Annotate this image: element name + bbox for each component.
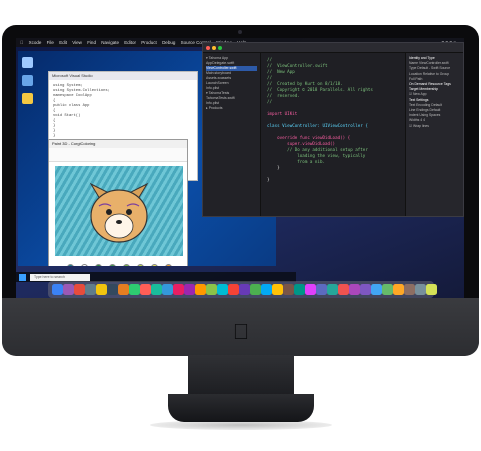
- monitor-stand-base: [168, 394, 314, 422]
- menu-item[interactable]: Debug: [162, 40, 175, 45]
- dock-app-icon[interactable]: [151, 284, 162, 295]
- apple-logo-icon: : [230, 320, 252, 344]
- apple-menu-icon[interactable]: : [20, 40, 23, 45]
- dock-app-icon[interactable]: [228, 284, 239, 295]
- desktop-icon[interactable]: [22, 75, 33, 86]
- dock-app-icon[interactable]: [349, 284, 360, 295]
- xcode-window[interactable]: ▾ Tahoma App AppDelegate.swift ViewContr…: [202, 42, 464, 217]
- menu-item[interactable]: Find: [87, 40, 96, 45]
- menu-item[interactable]: Product: [141, 40, 157, 45]
- corgi-drawing: [89, 182, 149, 243]
- palette-color[interactable]: [123, 264, 130, 266]
- paint-titlebar[interactable]: Paint 3D - CorgiColoring: [49, 140, 187, 148]
- palette-color[interactable]: [81, 264, 88, 266]
- dock-app-icon[interactable]: [371, 284, 382, 295]
- dock-app-icon[interactable]: [261, 284, 272, 295]
- inspector-row[interactable]: ☑ Wrap lines: [409, 124, 462, 129]
- monitor-screen:  Xcode File Edit View Find Navigate Edi…: [16, 38, 464, 300]
- source-editor[interactable]: //// ViewController.swift// New App//// …: [263, 55, 403, 215]
- dock-app-icon[interactable]: [327, 284, 338, 295]
- dock-app-icon[interactable]: [118, 284, 129, 295]
- dock-app-icon[interactable]: [338, 284, 349, 295]
- menu-item[interactable]: Editor: [124, 40, 136, 45]
- dock-app-icon[interactable]: [195, 284, 206, 295]
- menu-item[interactable]: Xcode: [29, 40, 42, 45]
- dock-app-icon[interactable]: [305, 284, 316, 295]
- dock-app-icon[interactable]: [393, 284, 404, 295]
- paint-window[interactable]: Paint 3D - CorgiColoring: [48, 139, 188, 266]
- dock-app-icon[interactable]: [426, 284, 437, 295]
- menu-item[interactable]: View: [72, 40, 82, 45]
- paint-canvas[interactable]: [55, 166, 183, 256]
- dock-app-icon[interactable]: [360, 284, 371, 295]
- palette-color[interactable]: [109, 264, 116, 266]
- zoom-icon[interactable]: [218, 46, 222, 50]
- xcode-toolbar[interactable]: [203, 43, 463, 53]
- menu-item[interactable]: Navigate: [101, 40, 119, 45]
- dock-app-icon[interactable]: [129, 284, 140, 295]
- dock-app-icon[interactable]: [74, 284, 85, 295]
- dock-app-icon[interactable]: [184, 284, 195, 295]
- color-palette[interactable]: [67, 264, 177, 266]
- palette-color[interactable]: [67, 264, 74, 266]
- dock-app-icon[interactable]: [239, 284, 250, 295]
- recycle-bin-icon[interactable]: [22, 57, 33, 68]
- dock-app-icon[interactable]: [140, 284, 151, 295]
- dock-app-icon[interactable]: [316, 284, 327, 295]
- paint-toolbar[interactable]: [49, 148, 187, 162]
- menu-item[interactable]: Edit: [59, 40, 67, 45]
- project-navigator[interactable]: ▾ Tahoma App AppDelegate.swift ViewContr…: [203, 53, 261, 216]
- dock-app-icon[interactable]: [250, 284, 261, 295]
- dock-app-icon[interactable]: [173, 284, 184, 295]
- dock-app-icon[interactable]: [217, 284, 228, 295]
- palette-color[interactable]: [151, 264, 158, 266]
- dock-app-icon[interactable]: [283, 284, 294, 295]
- vs-code-editor[interactable]: using System; using System.Collections; …: [49, 80, 197, 143]
- dock-app-icon[interactable]: [96, 284, 107, 295]
- dock-app-icon[interactable]: [85, 284, 96, 295]
- dock-app-icon[interactable]: [272, 284, 283, 295]
- palette-color[interactable]: [137, 264, 144, 266]
- folder-icon[interactable]: [22, 93, 33, 104]
- dock-app-icon[interactable]: [162, 284, 173, 295]
- dock-app-icon[interactable]: [404, 284, 415, 295]
- close-icon[interactable]: [206, 46, 210, 50]
- monitor-stand: [188, 355, 294, 397]
- dock-app-icon[interactable]: [294, 284, 305, 295]
- dock-app-icon[interactable]: [52, 284, 63, 295]
- file-inspector[interactable]: Identity and Type Name ViewController.sw…: [405, 53, 463, 216]
- vs-titlebar[interactable]: Microsoft Visual Studio: [49, 72, 197, 80]
- dock-app-icon[interactable]: [415, 284, 426, 295]
- windows-start-icon[interactable]: [19, 274, 26, 281]
- taskbar-search-input[interactable]: Type here to search: [30, 274, 90, 281]
- dock-app-icon[interactable]: [63, 284, 74, 295]
- dock-app-icon[interactable]: [382, 284, 393, 295]
- menu-item[interactable]: File: [47, 40, 54, 45]
- dock-app-icon[interactable]: [206, 284, 217, 295]
- minimize-icon[interactable]: [212, 46, 216, 50]
- dock-app-icon[interactable]: [107, 284, 118, 295]
- stand-shadow: [150, 420, 332, 430]
- palette-color[interactable]: [95, 264, 102, 266]
- camera: [238, 30, 242, 34]
- palette-color[interactable]: [165, 264, 172, 266]
- nav-item[interactable]: ▸ Products: [206, 106, 257, 111]
- code-line: }: [267, 177, 270, 182]
